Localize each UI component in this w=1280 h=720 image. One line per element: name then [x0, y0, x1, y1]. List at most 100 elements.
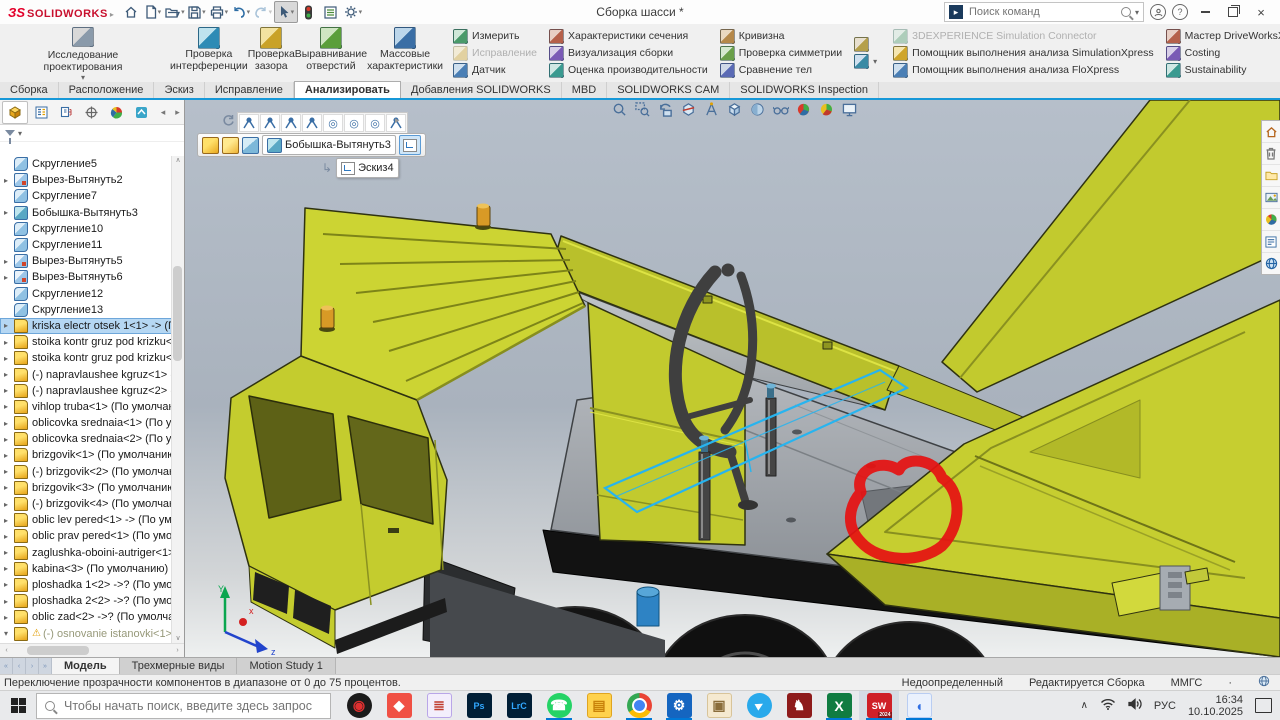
- restore-button[interactable]: [1222, 3, 1244, 21]
- taskbar-telegram[interactable]: ▶: [739, 691, 779, 720]
- units-bullet-icon[interactable]: ·: [1228, 677, 1232, 689]
- tree-item-12[interactable]: ▸stoika kontr gruz pod krizku<2: [0, 350, 184, 366]
- filter-funnel-icon[interactable]: [5, 130, 15, 136]
- command-search-input[interactable]: [967, 5, 1117, 19]
- help-icon[interactable]: ?: [1172, 4, 1188, 20]
- tree-item-24[interactable]: ▸zaglushka-oboini-autriger<1>: [0, 545, 184, 561]
- taskbar-blue-swoosh-app[interactable]: ◖: [899, 691, 939, 720]
- tree-horizontal-scrollbar[interactable]: ‹ ›: [0, 643, 184, 657]
- interference-check-button[interactable]: Проверкаинтерференции: [170, 24, 248, 82]
- tree-item-9[interactable]: Скругление13: [0, 302, 184, 318]
- menu-expand-arrow-icon[interactable]: ▸: [110, 10, 114, 19]
- dropdown-icon[interactable]: ▾: [202, 8, 206, 16]
- command-tab-eskiz[interactable]: Эскиз: [154, 82, 204, 98]
- part-icon[interactable]: [222, 137, 239, 154]
- repair-button[interactable]: Исправление: [450, 45, 540, 61]
- dimxpert-manager-tab[interactable]: [79, 102, 103, 123]
- edit-appearance-icon[interactable]: [794, 101, 813, 118]
- scroll-left-icon[interactable]: ‹: [0, 647, 13, 654]
- tree-item-8[interactable]: Скругление12: [0, 286, 184, 302]
- feature-breadcrumb-chip[interactable]: Бобышка-Вытянуть3: [262, 135, 396, 155]
- settings-gear-button[interactable]: ▾: [342, 2, 364, 22]
- tree-item-16[interactable]: ▸oblicovka srednaia<1> (По ум: [0, 415, 184, 431]
- mate-angle-button[interactable]: [260, 114, 280, 132]
- taskbar-notes-app[interactable]: ≣: [419, 691, 459, 720]
- tree-item-17[interactable]: ▸oblicovka srednaia<2> (По ум: [0, 431, 184, 447]
- sheet-nav-icon-0[interactable]: «: [0, 658, 13, 674]
- 3dexperience-simulation-connector-button[interactable]: 3DEXPERIENCE Simulation Connector: [890, 28, 1156, 44]
- taskbar-chrome[interactable]: [619, 691, 659, 720]
- design-study-button[interactable]: Исследование проектирования▾: [0, 24, 166, 82]
- floxpress-wizard-button[interactable]: Помощник выполнения анализа FloXpress: [890, 62, 1156, 78]
- start-button[interactable]: [0, 691, 36, 720]
- tree-item-1[interactable]: ▸Вырез-Вытянуть2: [0, 172, 184, 188]
- scroll-right-icon[interactable]: ›: [171, 647, 184, 654]
- driveworksxpress-wizard-button[interactable]: Мастер DriveWorksXpress: [1163, 28, 1280, 44]
- tree-expander-icon[interactable]: ▸: [4, 257, 14, 266]
- costing-button[interactable]: Costing: [1163, 45, 1280, 61]
- feature-manager-tab[interactable]: [2, 101, 28, 124]
- volume-icon[interactable]: [1128, 698, 1142, 713]
- save-button[interactable]: ▾: [186, 2, 208, 22]
- section-properties-button[interactable]: Характеристики сечения: [546, 28, 711, 44]
- tree-expander-icon[interactable]: ▸: [4, 483, 14, 492]
- scrollbar-thumb[interactable]: [27, 646, 89, 655]
- dropdown-icon[interactable]: ▾: [269, 8, 273, 16]
- tree-expander-icon[interactable]: ▸: [4, 273, 14, 282]
- units-selector[interactable]: ММГС: [1171, 677, 1203, 689]
- tree-expander-icon[interactable]: ▸: [4, 467, 14, 476]
- hide-show-items-icon[interactable]: [771, 101, 790, 118]
- rebuild-button[interactable]: [298, 2, 320, 22]
- markup-icon-button[interactable]: [851, 37, 880, 53]
- scroll-up-icon[interactable]: ∧: [172, 156, 184, 164]
- tree-expander-icon[interactable]: ▸: [4, 386, 14, 395]
- compare-bodies-button[interactable]: Сравнение тел: [717, 62, 845, 78]
- tree-expander-icon[interactable]: ▸: [4, 597, 14, 606]
- mate-angle-button[interactable]: [302, 114, 322, 132]
- tree-item-2[interactable]: Скругление7: [0, 188, 184, 204]
- new-document-button[interactable]: ▾: [142, 2, 164, 22]
- tree-item-29[interactable]: ▾⚠(-) osnovanie istanovki<1>: [0, 625, 184, 641]
- taskbar-file-explorer[interactable]: ▤: [579, 691, 619, 720]
- command-search-box[interactable]: ▸ ▾: [944, 2, 1144, 22]
- simulationxpress-wizard-button[interactable]: Помощник выполнения анализа SimulationXp…: [890, 45, 1156, 61]
- search-dropdown-icon[interactable]: ▾: [1135, 8, 1139, 17]
- tree-item-4[interactable]: Скругление10: [0, 221, 184, 237]
- assembly-icon[interactable]: [202, 137, 219, 154]
- tree-item-20[interactable]: ▸brizgovik<3> (По умолчанию: [0, 480, 184, 496]
- tree-item-21[interactable]: ▸(-) brizgovik<4> (По умолчан: [0, 496, 184, 512]
- tree-expander-icon[interactable]: ▸: [4, 451, 14, 460]
- sketch-chip[interactable]: Эскиз4: [336, 158, 399, 178]
- view-palette-icon[interactable]: [1262, 187, 1280, 209]
- tree-expander-icon[interactable]: ▸: [4, 321, 14, 330]
- taskbar-blue-gear-app[interactable]: ⚙: [659, 691, 699, 720]
- status-globe-icon[interactable]: [1258, 675, 1270, 690]
- dropdown-icon[interactable]: ▾: [158, 8, 162, 16]
- taskbar-search-box[interactable]: [36, 693, 331, 719]
- options-list-button[interactable]: [320, 2, 342, 22]
- redo-button[interactable]: ▾: [252, 2, 274, 22]
- tree-item-28[interactable]: ▸oblic zad<2> ->? (По умолча: [0, 609, 184, 625]
- tree-vertical-scrollbar[interactable]: ∧ ∨: [171, 156, 184, 643]
- symmetry-check-button[interactable]: Проверка симметрии: [717, 45, 845, 61]
- tree-expander-icon[interactable]: ▸: [4, 338, 14, 347]
- taskbar-dark-red-app[interactable]: ♞: [779, 691, 819, 720]
- tree-expander-icon[interactable]: ▸: [4, 419, 14, 428]
- sensor-button[interactable]: Датчик: [450, 62, 540, 78]
- sheet-nav-icon-3[interactable]: »: [39, 658, 52, 674]
- section-view-icon[interactable]: [679, 101, 698, 118]
- sheet-nav-icon-1[interactable]: ‹: [13, 658, 26, 674]
- sustainability-button[interactable]: Sustainability: [1163, 62, 1280, 78]
- zoom-area-icon[interactable]: [633, 101, 652, 118]
- display-manager-tab[interactable]: [104, 102, 128, 123]
- tree-expander-icon[interactable]: ▸: [4, 402, 14, 411]
- tree-expander-icon[interactable]: ▸: [4, 354, 14, 363]
- tree-item-26[interactable]: ▸ploshadka 1<2> ->? (По умол: [0, 577, 184, 593]
- tree-item-14[interactable]: ▸(-) napravlaushee kgruz<2> (Г: [0, 383, 184, 399]
- compare-dropdown-button[interactable]: ▾: [851, 54, 880, 70]
- solidworks-resources-icon[interactable]: [1262, 121, 1280, 143]
- command-tab-analizirovat[interactable]: Анализировать: [294, 81, 401, 98]
- model-tab-2[interactable]: Motion Study 1: [237, 658, 335, 674]
- filter-dropdown-icon[interactable]: ▾: [18, 129, 22, 138]
- action-center-icon[interactable]: [1255, 698, 1272, 713]
